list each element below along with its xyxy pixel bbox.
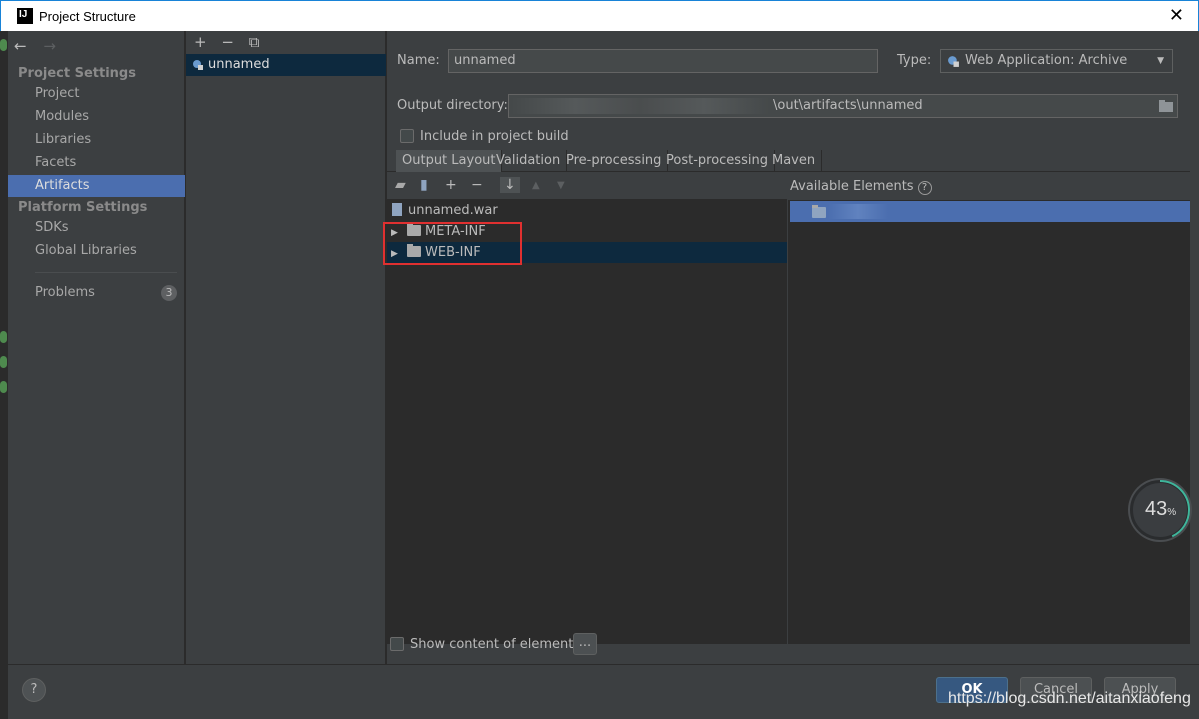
settings-sidebar: ← → Project Settings Project Modules Lib… xyxy=(8,31,185,664)
include-in-build-label: Include in project build xyxy=(420,129,569,144)
create-archive-icon[interactable]: ▮ xyxy=(420,177,428,193)
sort-elements-icon[interactable]: ↓ xyxy=(500,177,520,193)
name-field[interactable]: unnamed xyxy=(448,49,878,73)
background-scroll-strip xyxy=(1190,31,1199,719)
output-dir-value: \out\artifacts\unnamed xyxy=(773,98,923,113)
sidebar-item-project[interactable]: Project xyxy=(8,83,185,105)
problems-count-badge: 3 xyxy=(161,285,177,301)
window-titlebar: IJ Project Structure ✕ xyxy=(0,0,1199,31)
gauge-arc xyxy=(1130,480,1190,540)
artifact-item-label: unnamed xyxy=(208,57,270,72)
watermark-text: https://blog.csdn.net/aitanxiaofeng xyxy=(948,690,1191,707)
output-layout-tree: ▰ ▮ + − ↓ ▲ ▼ unnamed.war ▶ META-INF ▶ WEB… xyxy=(383,174,787,644)
tree-root-label: unnamed.war xyxy=(408,203,498,218)
web-archive-icon xyxy=(948,56,959,67)
add-copy-of-icon[interactable]: + xyxy=(445,177,457,193)
sidebar-item-sdks[interactable]: SDKs xyxy=(8,217,185,239)
tab-post-processing[interactable]: Post-processing xyxy=(660,150,775,172)
help-icon[interactable]: ? xyxy=(917,181,932,195)
back-arrow-icon[interactable]: ← xyxy=(14,37,27,55)
available-elements-heading: Available Elements xyxy=(790,179,914,194)
module-folder-icon xyxy=(812,205,826,218)
sidebar-item-problems[interactable]: Problems 3 xyxy=(8,282,185,304)
sidebar-item-facets[interactable]: Facets xyxy=(8,152,185,174)
sidebar-item-label: Problems xyxy=(35,285,95,300)
gutter-marker xyxy=(0,331,7,343)
remove-element-icon[interactable]: − xyxy=(471,177,483,193)
sidebar-item-artifacts[interactable]: Artifacts xyxy=(8,175,185,197)
intellij-logo-icon: IJ xyxy=(17,8,33,24)
forward-arrow-icon[interactable]: → xyxy=(43,37,56,55)
output-dir-label: Output directory: xyxy=(397,98,508,113)
web-archive-icon xyxy=(193,60,203,70)
artifact-editor: Name: unnamed Type: Web Application: Arc… xyxy=(383,31,1199,664)
copy-artifact-icon[interactable]: ⧉ xyxy=(249,33,260,51)
tab-validation[interactable]: Validation xyxy=(490,150,568,172)
show-content-checkbox[interactable] xyxy=(390,637,404,651)
platform-settings-heading: Platform Settings xyxy=(18,200,148,215)
tab-pre-processing[interactable]: Pre-processing xyxy=(560,150,669,172)
redacted-path xyxy=(511,98,769,114)
add-artifact-icon[interactable]: + xyxy=(194,33,207,51)
redacted-module-name xyxy=(828,204,888,219)
type-label: Type: xyxy=(897,53,932,68)
artifact-item-unnamed[interactable]: unnamed xyxy=(186,54,386,76)
window-title: Project Structure xyxy=(39,8,136,24)
war-archive-icon xyxy=(392,203,402,216)
new-directory-icon[interactable]: ▰ xyxy=(395,177,406,193)
folder-browse-icon[interactable] xyxy=(1159,100,1173,112)
artifact-tabs: Output Layout Validation Pre-processing … xyxy=(387,150,1199,172)
close-icon[interactable]: ✕ xyxy=(1169,6,1184,26)
type-select[interactable]: Web Application: Archive ▼ xyxy=(940,49,1173,73)
available-element-row[interactable] xyxy=(790,201,1195,222)
tab-maven[interactable]: Maven xyxy=(766,150,823,172)
name-label: Name: xyxy=(397,53,440,68)
highlight-box xyxy=(383,222,522,265)
artifact-list-panel: + − ⧉ unnamed xyxy=(186,31,386,664)
project-settings-heading: Project Settings xyxy=(18,66,136,81)
move-down-icon[interactable]: ▼ xyxy=(557,180,565,191)
sidebar-item-global-libraries[interactable]: Global Libraries xyxy=(8,240,185,262)
show-content-label: Show content of elements xyxy=(410,637,581,652)
gutter-marker xyxy=(0,356,7,368)
layout-toolbar: ▰ ▮ + − ↓ ▲ ▼ xyxy=(387,174,787,200)
gutter-marker xyxy=(0,39,7,51)
output-dir-field[interactable]: \out\artifacts\unnamed xyxy=(508,94,1178,118)
background-editor-strip xyxy=(0,31,8,719)
available-elements-header: Available Elements? xyxy=(788,174,1199,200)
sidebar-item-modules[interactable]: Modules xyxy=(8,106,185,128)
gutter-marker xyxy=(0,381,7,393)
artifact-list-toolbar: + − ⧉ xyxy=(194,33,269,51)
type-select-value: Web Application: Archive xyxy=(965,53,1128,68)
available-elements-panel: Available Elements? xyxy=(787,174,1199,644)
include-in-build-checkbox[interactable] xyxy=(400,129,414,143)
sidebar-item-libraries[interactable]: Libraries xyxy=(8,129,185,151)
nav-arrows: ← → xyxy=(14,37,68,55)
tree-root-war[interactable]: unnamed.war xyxy=(392,200,498,221)
chevron-down-icon: ▼ xyxy=(1157,56,1164,66)
help-button[interactable]: ? xyxy=(22,678,46,702)
remove-artifact-icon[interactable]: − xyxy=(221,33,234,51)
more-options-button[interactable]: ... xyxy=(573,633,597,655)
tab-output-layout[interactable]: Output Layout xyxy=(396,150,503,172)
sidebar-divider xyxy=(35,272,177,273)
move-up-icon[interactable]: ▲ xyxy=(532,180,540,191)
